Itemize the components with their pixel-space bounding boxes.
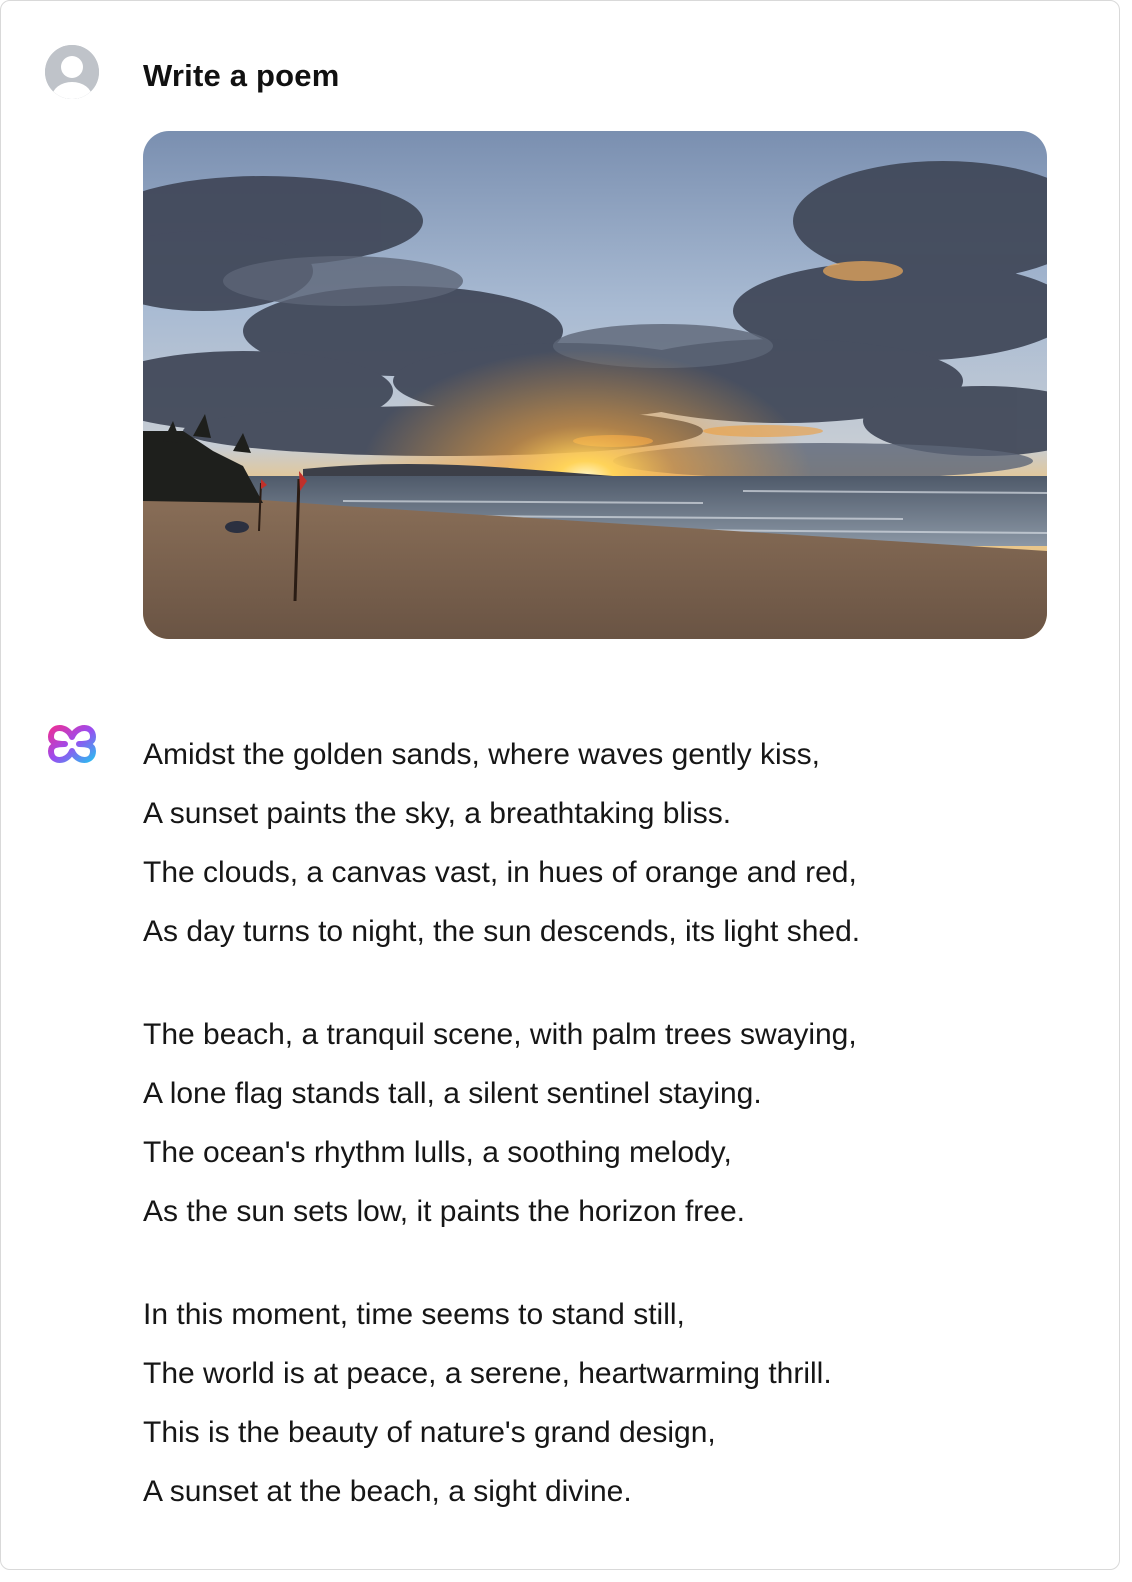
chat-frame: Write a poem Amidst the golden sands, wh… [0,0,1120,1570]
poem-line: The world is at peace, a serene, heartwa… [143,1357,832,1390]
sunset-beach-photo[interactable] [143,131,1047,639]
poem-response: Amidst the golden sands, where waves gen… [143,725,1073,1565]
poem-stanza-1: Amidst the golden sands, where waves gen… [143,725,1073,961]
poem-line: In this moment, time seems to stand stil… [143,1298,685,1331]
poem-line: The clouds, a canvas vast, in hues of or… [143,856,857,889]
poem-line: The beach, a tranquil scene, with palm t… [143,1018,857,1051]
poem-line: A lone flag stands tall, a silent sentin… [143,1077,762,1110]
assistant-logo-icon [45,717,99,771]
poem-line: A sunset at the beach, a sight divine. [143,1475,632,1508]
poem-line: This is the beauty of nature's grand des… [143,1416,716,1449]
prompt-text: Write a poem [143,58,340,93]
poem-stanza-2: The beach, a tranquil scene, with palm t… [143,1005,1073,1241]
poem-line: The ocean's rhythm lulls, a soothing mel… [143,1136,732,1169]
poem-stanza-3: In this moment, time seems to stand stil… [143,1285,1073,1521]
poem-line: A sunset paints the sky, a breathtaking … [143,797,732,830]
poem-line: As day turns to night, the sun descends,… [143,915,861,948]
poem-line: As the sun sets low, it paints the horiz… [143,1195,745,1228]
poem-line: Amidst the golden sands, where waves gen… [143,738,821,771]
user-avatar-icon [45,45,99,99]
